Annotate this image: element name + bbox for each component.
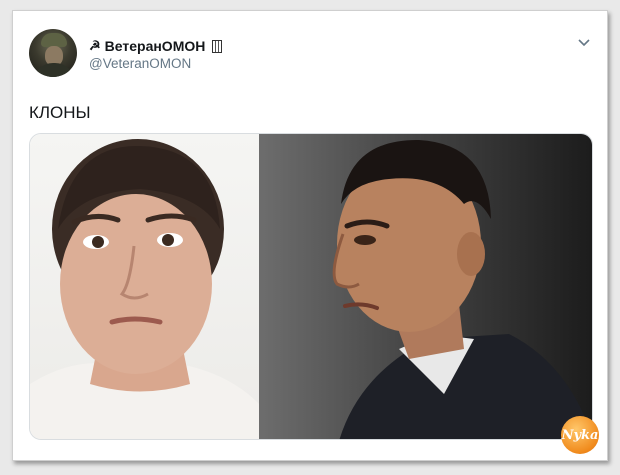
- display-name[interactable]: ВетеранОМОН: [105, 38, 206, 54]
- hammer-sickle-icon: ☭: [89, 38, 101, 53]
- chevron-down-icon[interactable]: [577, 35, 591, 49]
- man-portrait-image: [332, 139, 592, 439]
- tweet-text: КЛОНЫ: [29, 103, 91, 122]
- avatar-body: [33, 63, 75, 77]
- avatar[interactable]: [29, 29, 77, 77]
- watermark-text: Nyka: [561, 427, 599, 443]
- avatar-cap: [41, 33, 67, 47]
- photo-right[interactable]: [259, 134, 592, 439]
- author-name-row[interactable]: ☭ ВетеранОМОН: [89, 37, 223, 55]
- flag-icon: [212, 39, 223, 53]
- watermark-logo: Nyka: [561, 416, 599, 454]
- woman-portrait-image: [30, 139, 259, 439]
- user-handle[interactable]: @VeteranOMON: [89, 56, 191, 71]
- tweet-media[interactable]: [29, 133, 593, 440]
- tweet-card: ☭ ВетеранОМОН @VeteranOMON КЛОНЫ Nyka: [12, 10, 608, 461]
- photo-left[interactable]: [30, 134, 259, 439]
